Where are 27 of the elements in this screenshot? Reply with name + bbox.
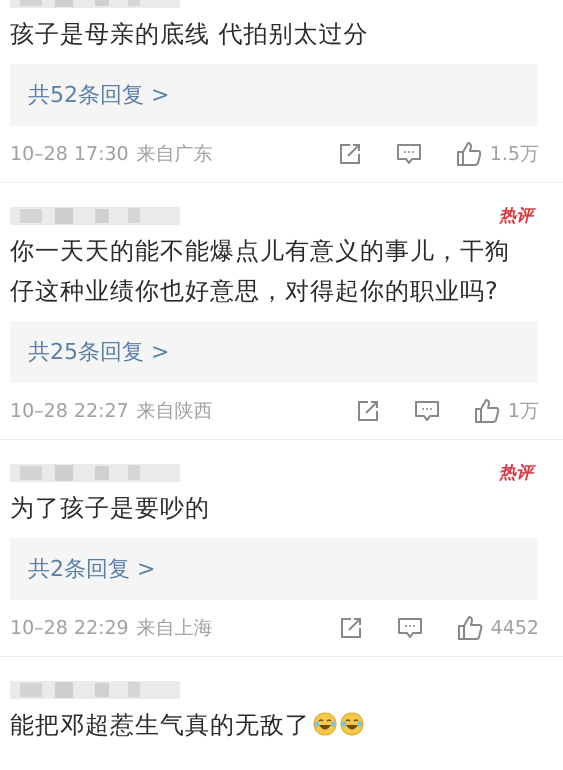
thumbs-up-icon[interactable] xyxy=(456,615,483,641)
comment-time: 10–28 17:30 xyxy=(10,143,129,165)
comment-text: 能把邓超惹生气真的无敌了 xyxy=(10,705,522,745)
comment-text: 孩子是母亲的底线 代拍别太过分 xyxy=(10,19,370,50)
comment-icon[interactable] xyxy=(396,616,423,640)
like-count: 1万 xyxy=(508,399,539,424)
like-count: 1.5万 xyxy=(490,142,539,167)
like-count: 4452 xyxy=(490,617,539,639)
share-icon[interactable] xyxy=(356,399,380,423)
view-replies-link[interactable]: 共25条回复 > xyxy=(10,321,538,383)
comment-text: 你一天天的能不能爆点儿有意义的事儿，干狗仔这种业绩你也好意思，对得起你的职业吗? xyxy=(10,236,511,307)
laughing-emoji-icon xyxy=(340,712,364,736)
comment-location: 来自上海 xyxy=(136,616,213,641)
share-icon[interactable] xyxy=(338,142,362,166)
comment-location: 来自陕西 xyxy=(136,399,213,424)
comment-text: 为了孩子是要吵的 xyxy=(10,493,211,524)
laughing-emoji-icon xyxy=(313,712,337,736)
thumbs-up-icon[interactable] xyxy=(456,141,482,167)
comment-location: 来自广东 xyxy=(136,142,213,167)
comment-time: 10–28 22:27 xyxy=(10,400,129,422)
comment-time: 10–28 22:29 xyxy=(10,617,129,639)
view-replies-link[interactable]: 共52条回复 > xyxy=(10,64,538,126)
share-icon[interactable] xyxy=(338,616,363,640)
view-replies-link[interactable]: 共2条回复 > xyxy=(10,538,538,600)
comment-icon[interactable] xyxy=(414,399,440,423)
comment-icon[interactable] xyxy=(396,142,422,166)
thumbs-up-icon[interactable] xyxy=(474,398,500,424)
